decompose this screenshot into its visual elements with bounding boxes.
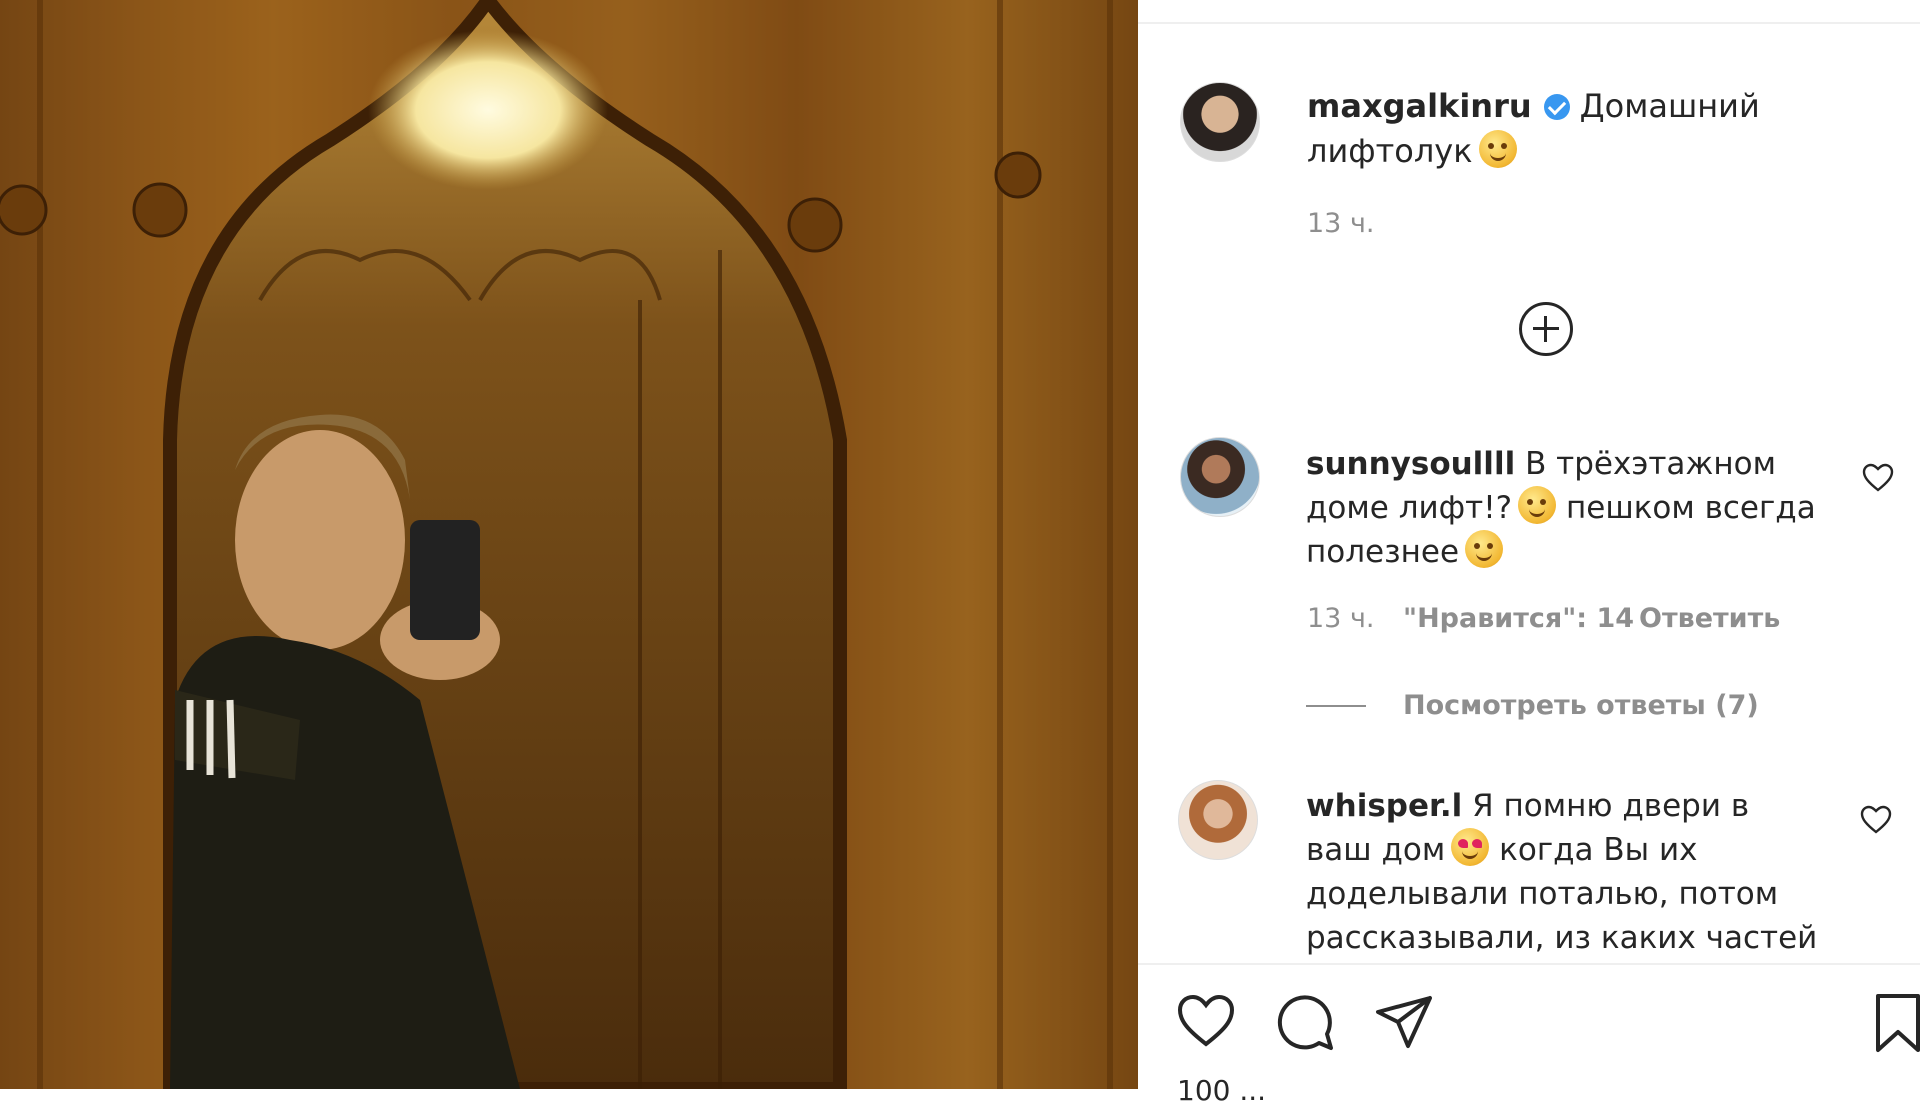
verified-badge-icon — [1543, 94, 1570, 120]
heart-eyes-emoji-icon — [1451, 828, 1490, 866]
comment-text-line: ваш дом — [1306, 832, 1446, 868]
author-avatar[interactable] — [1180, 82, 1260, 162]
commenter-avatar[interactable] — [1180, 437, 1260, 517]
comment-text-line: полезнее — [1306, 534, 1460, 570]
heart-icon[interactable] — [1176, 993, 1236, 1049]
author-username[interactable]: maxgalkinru — [1307, 87, 1532, 125]
elevator-selfie-image — [0, 0, 1138, 1089]
view-replies-link[interactable]: Посмотреть ответы (7) — [1403, 690, 1759, 721]
comment-username[interactable]: sunnysoullll — [1306, 446, 1515, 482]
comment-like-heart-icon[interactable] — [1860, 805, 1892, 835]
post-caption: maxgalkinru Домашний лифтолук — [1307, 84, 1827, 174]
comment-time: 13 ч. — [1307, 603, 1375, 634]
post-photo — [0, 0, 1138, 1089]
comment-icon[interactable] — [1275, 992, 1335, 1052]
comment-text-line: В трёхэтажном — [1525, 446, 1776, 482]
comment-2: whisper.l Я помню двери в ваш дом когда … — [1306, 784, 1826, 960]
post-time: 13 ч. — [1307, 208, 1375, 239]
comment-text-line: когда Вы их — [1499, 832, 1698, 868]
commenter-avatar[interactable] — [1178, 780, 1258, 860]
comment-text-line: доме лифт!? — [1306, 490, 1513, 526]
comment-1: sunnysoullll В трёхэтажном доме лифт!? п… — [1306, 442, 1826, 574]
comment-text-line: доделывали поталью, потом — [1306, 876, 1779, 912]
bookmark-icon[interactable] — [1874, 992, 1920, 1054]
comment-like-heart-icon[interactable] — [1862, 463, 1894, 493]
actions-divider — [1138, 963, 1920, 965]
comment-username[interactable]: whisper.l — [1306, 788, 1462, 824]
thinking-emoji-icon — [1518, 486, 1557, 524]
plus-circle-icon[interactable] — [1519, 302, 1573, 356]
comment-likes[interactable]: "Нравится": 14 — [1403, 603, 1634, 634]
reply-button[interactable]: Ответить — [1639, 603, 1780, 634]
smirk-emoji-icon — [1465, 530, 1504, 568]
comment-text-line: пешком всегда — [1565, 490, 1816, 526]
smirk-emoji-icon — [1478, 130, 1517, 168]
comment-text-line: рассказывали, из каких частей — [1306, 920, 1818, 956]
replies-divider — [1306, 705, 1366, 707]
likes-count-partial: 100 ... — [1177, 1074, 1267, 1107]
send-icon[interactable] — [1374, 994, 1434, 1050]
top-divider — [1138, 22, 1920, 24]
comment-text-line: Я помню двери в — [1472, 788, 1750, 824]
